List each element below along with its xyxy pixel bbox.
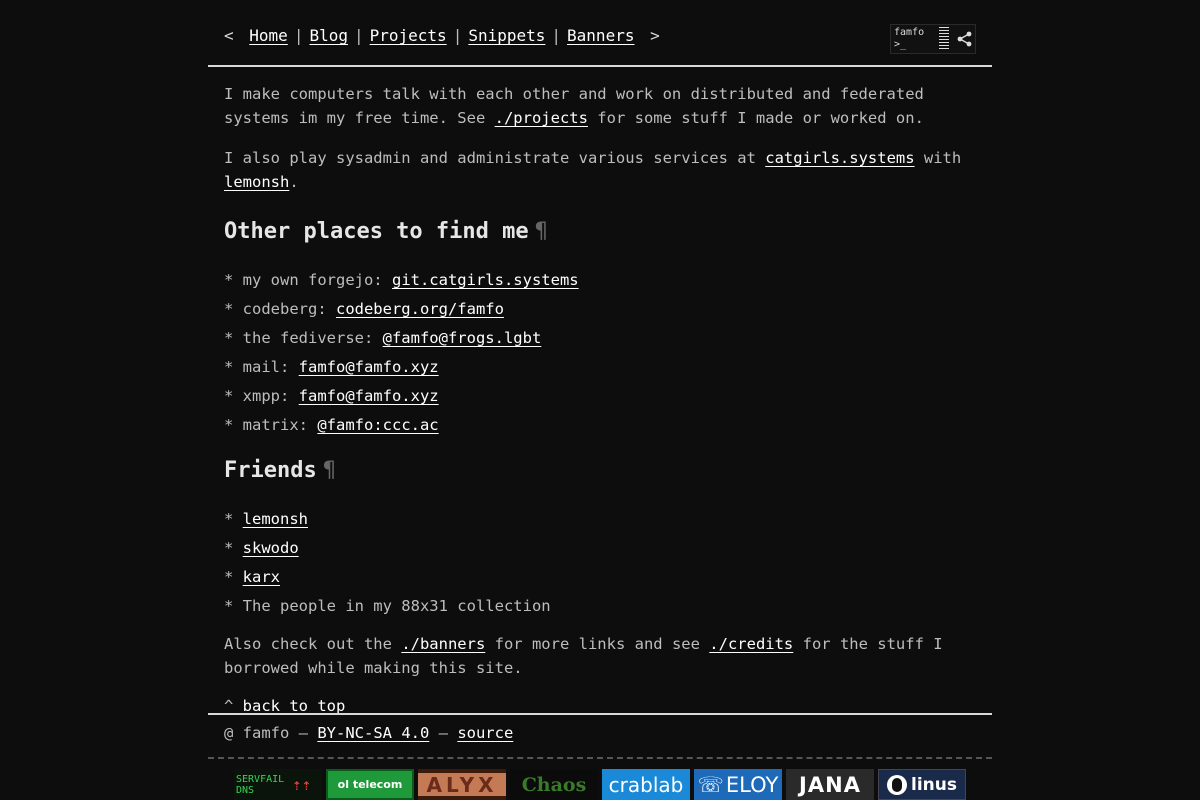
nav-projects-link[interactable]: Projects xyxy=(370,26,447,45)
telecom-banner[interactable]: ol telecom xyxy=(326,769,414,800)
nav-separator: | xyxy=(452,26,463,45)
friends-heading: Friends ¶ xyxy=(224,458,336,483)
list-item: * karx xyxy=(224,568,280,586)
projects-link[interactable]: ./projects xyxy=(495,109,588,127)
nav-blog-link[interactable]: Blog xyxy=(309,26,348,45)
banner-strip: SERVFAIL DNS ⇡⇡ ol telecom ALYX Chaos cra… xyxy=(234,769,966,800)
nav-separator: | xyxy=(353,26,364,45)
famfo-banner-button[interactable]: famfo >_ xyxy=(890,24,976,54)
list-item: * xmpp: famfo@famfo.xyz xyxy=(224,387,439,405)
share-icon xyxy=(955,25,975,53)
list-item: * skwodo xyxy=(224,539,299,557)
codeberg-link[interactable]: codeberg.org/famfo xyxy=(336,300,504,318)
nav-snippets-link[interactable]: Snippets xyxy=(468,26,545,45)
servfail-banner[interactable]: SERVFAIL DNS ⇡⇡ xyxy=(234,769,322,800)
nav-close-bracket: > xyxy=(650,26,660,45)
lemonsh-link[interactable]: lemonsh xyxy=(224,173,289,191)
outro-paragraph: Also check out the ./banners for more li… xyxy=(224,635,943,677)
catgirls-systems-link[interactable]: catgirls.systems xyxy=(765,149,914,167)
page-container: < Home | Blog | Projects | Snippets | Banners > … xyxy=(208,0,992,800)
banners-link[interactable]: ./banners xyxy=(401,635,485,653)
forgejo-link[interactable]: git.catgirls.systems xyxy=(392,271,579,289)
friends-list: * lemonsh * skwodo * karx * The people i… xyxy=(224,507,976,618)
other-places-heading: Other places to find me ¶ xyxy=(224,219,548,244)
tux-icon xyxy=(887,774,907,795)
header-divider xyxy=(208,65,992,67)
alyx-banner[interactable]: ALYX xyxy=(418,769,506,800)
matrix-link[interactable]: @famfo:ccc.ac xyxy=(317,416,438,434)
badge-text: famfo >_ xyxy=(891,25,939,53)
footer: @ famfo – BY-NC-SA 4.0 – source xyxy=(224,724,514,742)
list-item: * the fediverse: @famfo@frogs.lgbt xyxy=(224,329,542,347)
source-link[interactable]: source xyxy=(457,724,513,742)
list-item: * The people in my 88x31 collection xyxy=(224,597,551,615)
friend-lemonsh-link[interactable]: lemonsh xyxy=(243,510,308,528)
nav-separator: | xyxy=(293,26,304,45)
list-item: * lemonsh xyxy=(224,510,308,528)
heading-anchor-link[interactable]: ¶ xyxy=(323,458,336,483)
nav-open-bracket: < xyxy=(224,26,234,45)
banner-divider xyxy=(208,757,992,759)
phone-icon: ☏ xyxy=(697,772,724,797)
license-link[interactable]: BY-NC-SA 4.0 xyxy=(317,724,429,742)
nav-separator: | xyxy=(551,26,562,45)
other-places-list: * my own forgejo: git.catgirls.systems *… xyxy=(224,268,976,437)
rocket-icon: ⇡⇡ xyxy=(292,775,312,794)
badge-line-1: famfo xyxy=(894,27,925,38)
intro-paragraph-2: I also play sysadmin and administrate va… xyxy=(224,149,962,191)
jana-banner[interactable]: JANA xyxy=(786,769,874,800)
list-item: * mail: famfo@famfo.xyz xyxy=(224,358,439,376)
linus-banner[interactable]: linus xyxy=(878,769,966,800)
list-item: * my own forgejo: git.catgirls.systems xyxy=(224,271,579,289)
intro-paragraph-1: I make computers talk with each other an… xyxy=(224,85,924,127)
main-content: I make computers talk with each other an… xyxy=(224,82,976,734)
badge-line-2: >_ xyxy=(894,39,907,50)
badge-scroll-decoration xyxy=(939,27,949,51)
credits-link[interactable]: ./credits xyxy=(709,635,793,653)
eloy-banner[interactable]: ☏ ELOY xyxy=(694,769,782,800)
fediverse-link[interactable]: @famfo@frogs.lgbt xyxy=(383,329,542,347)
list-item: * matrix: @famfo:ccc.ac xyxy=(224,416,439,434)
mail-link[interactable]: famfo@famfo.xyz xyxy=(299,358,439,376)
xmpp-link[interactable]: famfo@famfo.xyz xyxy=(299,387,439,405)
chaos-banner[interactable]: Chaos xyxy=(510,769,598,800)
nav-banners-link[interactable]: Banners xyxy=(567,26,634,45)
top-nav: < Home | Blog | Projects | Snippets | Banners > xyxy=(224,26,660,45)
list-item: * codeberg: codeberg.org/famfo xyxy=(224,300,504,318)
friend-skwodo-link[interactable]: skwodo xyxy=(243,539,299,557)
crablab-banner[interactable]: crablab xyxy=(602,769,690,800)
heading-anchor-link[interactable]: ¶ xyxy=(535,219,548,244)
footer-divider xyxy=(208,713,992,715)
nav-home-link[interactable]: Home xyxy=(249,26,288,45)
friend-karx-link[interactable]: karx xyxy=(243,568,280,586)
